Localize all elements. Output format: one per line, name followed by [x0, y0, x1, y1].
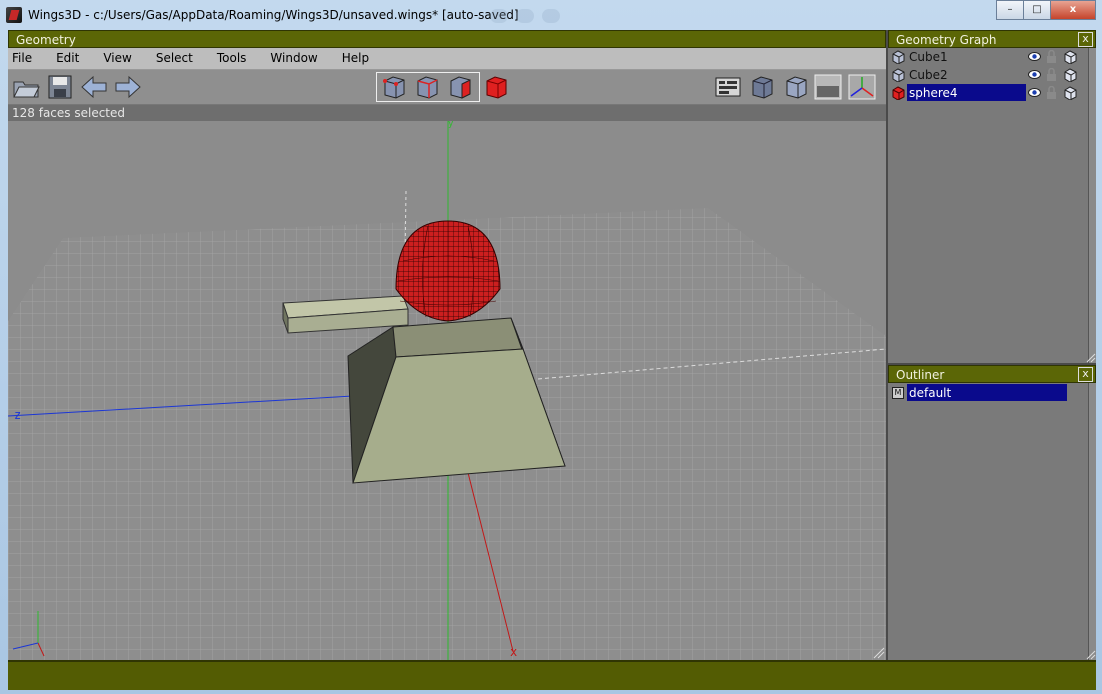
menu-tools[interactable]: Tools — [217, 48, 247, 69]
visibility-eye-icon[interactable] — [1028, 87, 1041, 98]
cube-icon — [892, 50, 905, 64]
outliner-panel: Outliner x M default — [888, 365, 1096, 660]
geometry-panel-header[interactable]: Geometry — [8, 30, 886, 48]
sphere4-mesh[interactable] — [395, 220, 501, 322]
material-badge-icon: M — [892, 387, 904, 399]
lock-icon[interactable] — [1046, 50, 1057, 63]
window-title: Wings3D - c:/Users/Gas/AppData/Roaming/W… — [28, 8, 519, 22]
wireframe-toggle-icon[interactable] — [1064, 68, 1077, 82]
y-axis-label: y — [448, 121, 454, 129]
outliner-scrollbar[interactable] — [1088, 383, 1096, 660]
title-bar[interactable]: Wings3D - c:/Users/Gas/AppData/Roaming/W… — [0, 0, 1102, 30]
viewport-canvas[interactable]: y x z — [8, 121, 886, 660]
status-bar: 128 faces selected — [8, 105, 886, 122]
lock-icon[interactable] — [1046, 86, 1057, 99]
object-row-cube2[interactable]: Cube2 — [888, 66, 1096, 84]
vertex-mode-icon[interactable] — [380, 74, 408, 100]
menu-window[interactable]: Window — [270, 48, 317, 69]
menu-select[interactable]: Select — [156, 48, 193, 69]
object-row-cube1[interactable]: Cube1 — [888, 48, 1096, 66]
geometry-graph-close-button[interactable]: x — [1078, 32, 1093, 47]
wings3d-app-icon — [6, 7, 22, 23]
workmode-panel-icon[interactable] — [714, 74, 742, 100]
bottom-info-bar — [8, 660, 1096, 690]
object-label: Cube2 — [909, 68, 948, 82]
toolbar — [8, 70, 886, 105]
geometry-graph-panel: Geometry Graph x Cube1 Cube2 sphere4 — [888, 30, 1096, 363]
outliner-title: Outliner — [896, 368, 945, 382]
menu-bar: File Edit View Select Tools Window Help — [8, 48, 886, 70]
x-axis-label: x — [510, 645, 517, 659]
edge-mode-icon[interactable] — [413, 74, 441, 100]
visibility-eye-icon[interactable] — [1028, 69, 1041, 80]
outliner-item-default[interactable]: M default — [888, 384, 1096, 402]
wireframe-toggle-icon[interactable] — [1064, 86, 1077, 100]
smooth-shaded-cube-icon[interactable] — [748, 74, 776, 100]
ground-grid-icon[interactable] — [814, 74, 842, 100]
menu-file[interactable]: File — [12, 48, 32, 69]
outliner-item-label: default — [907, 384, 1067, 401]
geometry-panel: Geometry File Edit View Select Tools Win… — [8, 30, 886, 660]
minimize-button[interactable]: – — [996, 0, 1024, 20]
redo-arrow-icon[interactable] — [114, 74, 142, 100]
3d-viewport[interactable]: y x z — [8, 121, 886, 660]
object-label: sphere4 — [907, 84, 1026, 101]
menu-help[interactable]: Help — [342, 48, 369, 69]
undo-arrow-icon[interactable] — [80, 74, 108, 100]
face-mode-icon[interactable] — [446, 74, 474, 100]
client-area: Geometry File Edit View Select Tools Win… — [8, 30, 1096, 690]
z-axis-label: z — [14, 408, 21, 422]
menu-edit[interactable]: Edit — [56, 48, 79, 69]
selected-cube-icon — [892, 86, 905, 100]
cube-icon — [892, 68, 905, 82]
geometry-graph-scrollbar[interactable] — [1088, 48, 1096, 363]
geometry-graph-header[interactable]: Geometry Graph x — [888, 30, 1096, 48]
open-folder-icon[interactable] — [12, 74, 40, 100]
save-disk-icon[interactable] — [46, 74, 74, 100]
outliner-close-button[interactable]: x — [1078, 367, 1093, 382]
lock-icon[interactable] — [1046, 68, 1057, 81]
menu-view[interactable]: View — [103, 48, 131, 69]
object-row-sphere4[interactable]: sphere4 — [888, 84, 1096, 102]
application-window: Wings3D - c:/Users/Gas/AppData/Roaming/W… — [0, 0, 1102, 694]
geometry-graph-title: Geometry Graph — [896, 33, 997, 47]
resize-grip-icon[interactable] — [1086, 353, 1096, 363]
maximize-button[interactable]: □ — [1023, 0, 1051, 20]
close-button[interactable]: x — [1050, 0, 1096, 20]
visibility-eye-icon[interactable] — [1028, 51, 1041, 62]
show-axes-icon[interactable] — [848, 74, 876, 100]
resize-grip-icon[interactable] — [1086, 650, 1096, 660]
body-mode-icon[interactable] — [482, 74, 510, 100]
background-window-ghost — [490, 8, 980, 24]
object-list: Cube1 Cube2 sphere4 — [888, 48, 1096, 102]
flat-shaded-cube-icon[interactable] — [782, 74, 810, 100]
outliner-header[interactable]: Outliner x — [888, 365, 1096, 383]
object-label: Cube1 — [909, 50, 948, 64]
wireframe-toggle-icon[interactable] — [1064, 50, 1077, 64]
